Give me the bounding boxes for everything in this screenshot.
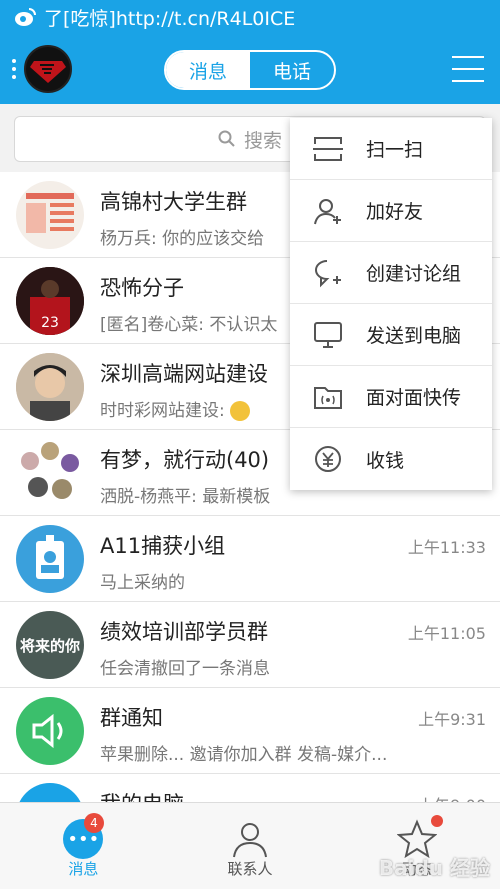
menu-item-send-to-pc[interactable]: 发送到电脑 <box>290 304 492 366</box>
conversation-name: 高锦村大学生群 <box>100 190 247 214</box>
conversation-preview: 苹果删除... 邀请你加入群 发稿-媒介... <box>100 745 388 765</box>
conversation-preview: 杨万兵: 你的应该交给 <box>100 229 265 249</box>
menu-item-face-to-face[interactable]: 面对面快传 <box>290 366 492 428</box>
group-avatar: 将来的你 <box>16 611 84 679</box>
new-feed-dot <box>431 815 444 827</box>
conversation-preview: [匿名]卷心菜: 不认识太 <box>100 315 278 335</box>
conversation-time: 上午11:33 <box>407 538 486 557</box>
conversation-row[interactable]: 群通知 苹果删除... 邀请你加入群 发稿-媒介... 上午9:31 <box>0 688 500 774</box>
unread-badge: 4 <box>84 813 104 833</box>
conversation-name: 恐怖分子 <box>100 276 184 300</box>
watermark: Baidu 经验 <box>378 856 490 880</box>
group-avatar <box>16 181 84 249</box>
conversation-name: A11捕获小组 <box>100 534 226 558</box>
conversation-preview: 任会清撤回了一条消息 <box>100 659 270 679</box>
tab-contacts[interactable]: 联系人 <box>167 803 334 889</box>
status-bar: 了[吃惊]http://t.cn/R4L0ICE <box>0 0 500 34</box>
tab-messages[interactable]: 消息 <box>166 52 250 88</box>
message-call-switch: 消息 电话 <box>164 50 336 90</box>
speaker-icon <box>16 697 84 765</box>
conversation-name: 绩效培训部学员群 <box>100 620 268 644</box>
scan-icon <box>313 136 343 161</box>
menu-icon[interactable] <box>452 56 484 84</box>
create-discussion-icon <box>315 259 341 287</box>
group-avatar <box>16 439 84 507</box>
menu-item-receive-money[interactable]: 收钱 <box>290 428 492 490</box>
tab-messages-bottom[interactable]: ••• 4 消息 <box>0 803 167 889</box>
app-header: 消息 电话 <box>0 34 500 104</box>
search-placeholder: 搜索 <box>243 129 282 152</box>
conversation-preview: 洒脱-杨燕平: 最新模板 <box>100 487 271 507</box>
more-dots-icon <box>12 59 16 83</box>
menu-item-scan[interactable]: 扫一扫 <box>290 118 492 180</box>
my-avatar[interactable] <box>24 45 72 93</box>
search-icon <box>218 130 235 147</box>
face-to-face-icon <box>314 386 342 409</box>
status-text: 了[吃惊]http://t.cn/R4L0ICE <box>44 7 296 30</box>
conversation-name: 深圳高端网站建设 <box>100 362 268 386</box>
conversation-time: 上午11:05 <box>407 624 486 643</box>
conversation-time: 上午9:31 <box>418 710 486 729</box>
emoji-icon <box>230 401 251 421</box>
avatar-text: 将来的你 <box>19 636 80 655</box>
receive-money-icon <box>315 446 341 472</box>
conversation-preview: 时时彩网站建设: <box>100 396 251 421</box>
conversation-row[interactable]: 将来的你 绩效培训部学员群 任会清撤回了一条消息 上午11:05 <box>0 602 500 688</box>
badge-avatar <box>16 525 84 593</box>
add-friend-icon <box>314 198 341 224</box>
conversation-row[interactable]: A11捕获小组 马上采纳的 上午11:33 <box>0 516 500 602</box>
menu-item-add-friend[interactable]: 加好友 <box>290 180 492 242</box>
conversation-name: 有梦，就行动(40) <box>100 448 270 472</box>
menu-item-create-discussion[interactable]: 创建讨论组 <box>290 242 492 304</box>
conversation-name: 群通知 <box>100 706 163 730</box>
svg-text:23: 23 <box>41 315 59 331</box>
tab-label: 消息 <box>68 860 99 878</box>
send-to-pc-icon <box>314 321 342 348</box>
weibo-icon <box>15 8 36 26</box>
user-avatar: 23 <box>16 267 84 335</box>
plus-popup-menu: 扫一扫 加好友 创建讨论组 发送到电脑 面对面快传 收钱 <box>290 118 492 490</box>
tab-calls[interactable]: 电话 <box>250 52 334 88</box>
conversation-preview: 马上采纳的 <box>100 573 185 593</box>
tab-label: 联系人 <box>227 860 273 878</box>
user-avatar <box>16 353 84 421</box>
contacts-icon <box>233 823 267 858</box>
